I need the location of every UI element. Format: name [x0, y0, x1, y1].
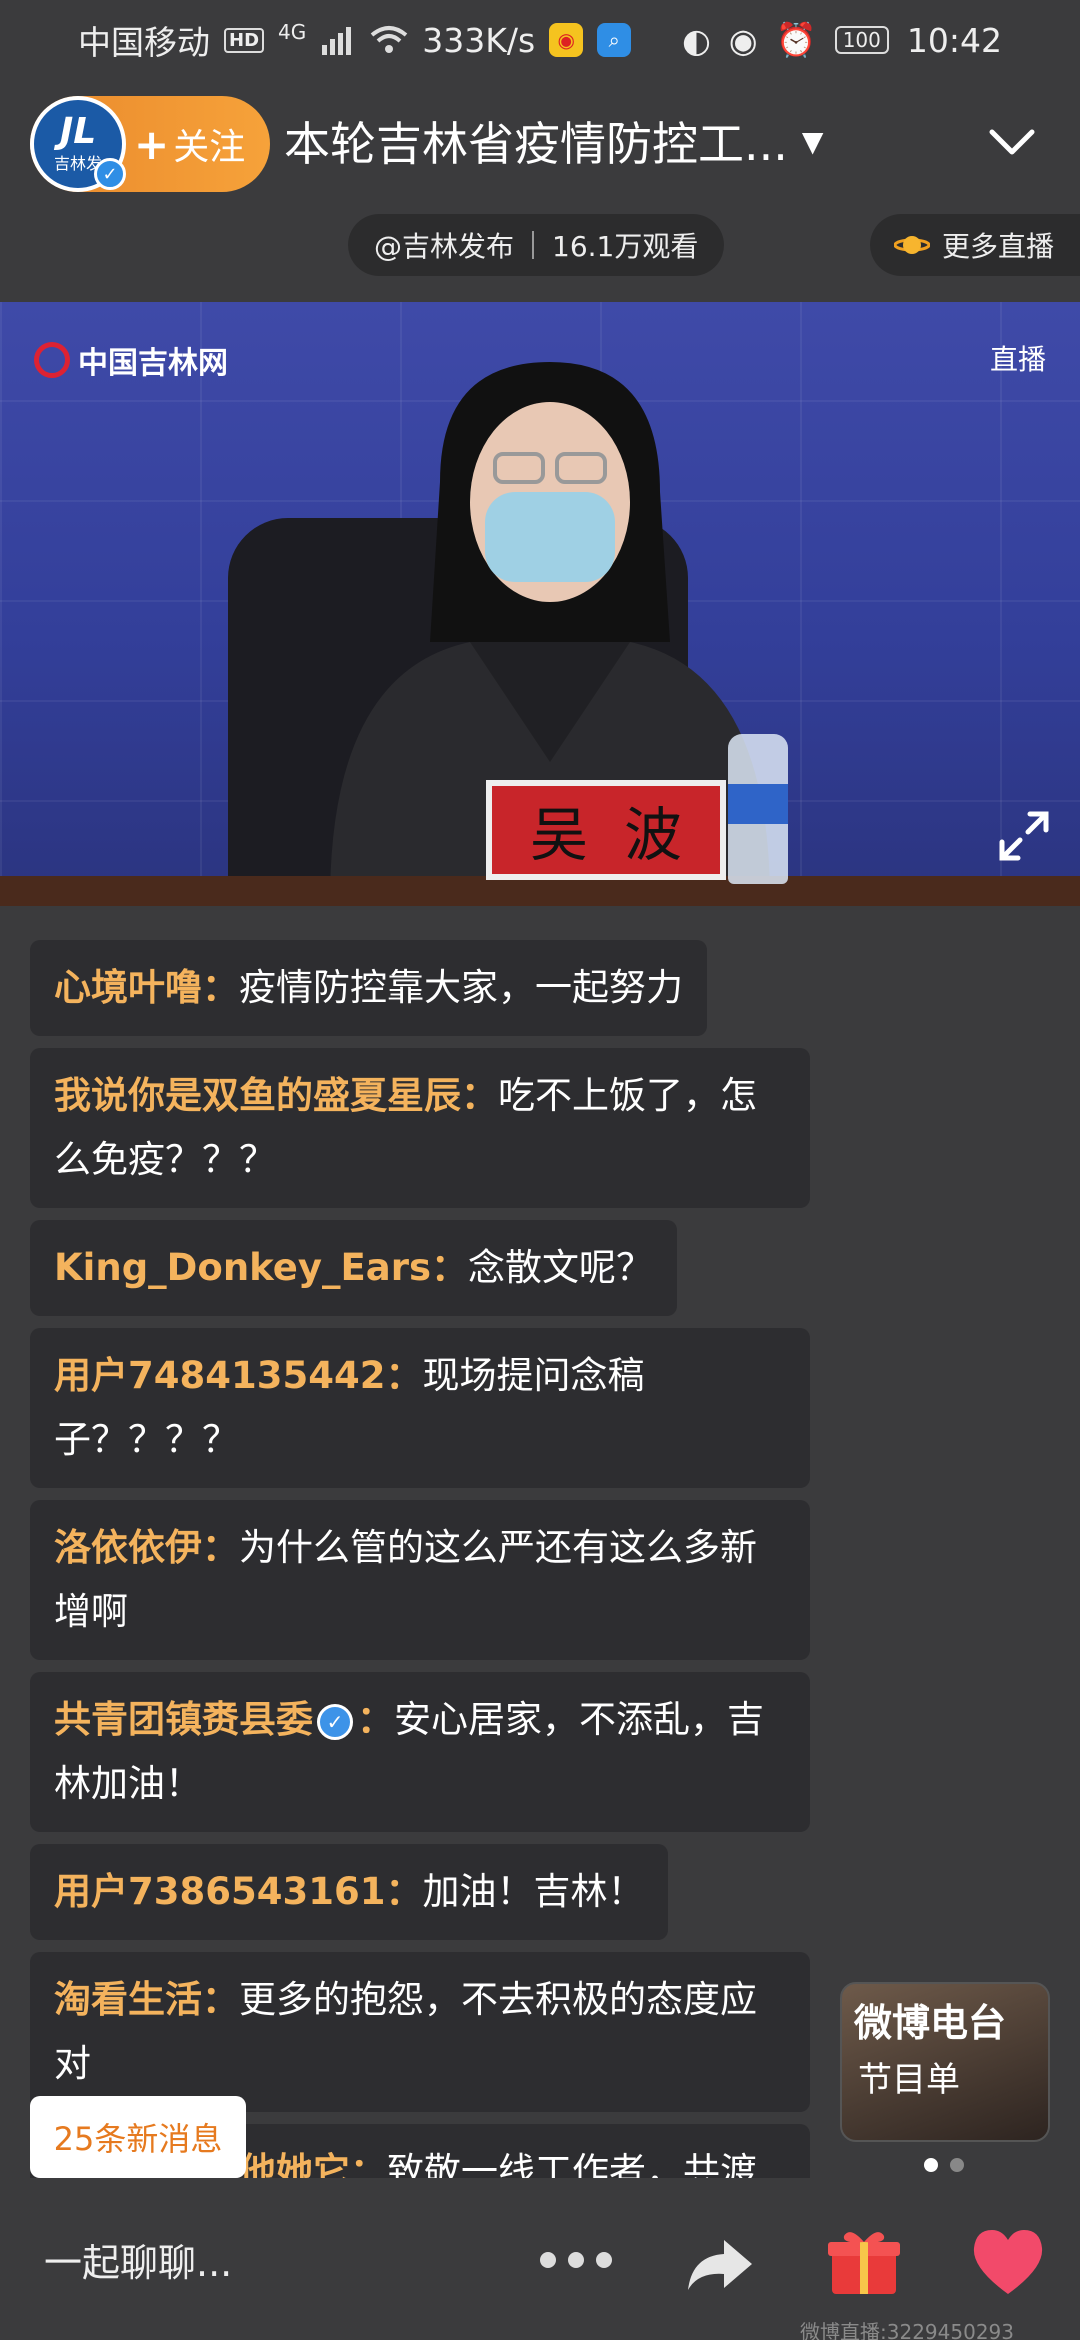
carousel-dot	[950, 2158, 964, 2172]
live-header: JL 吉林发 ✓ + 关注 本轮吉林省疫情防控工... ▼	[0, 88, 1080, 198]
comment-colon: ：	[357, 1698, 394, 1741]
comment-username[interactable]: 用户7484135442：	[54, 1354, 422, 1397]
planet-icon	[893, 236, 930, 254]
clock: 10:42	[906, 20, 1002, 60]
live-video[interactable]: 中国吉林网 直播 吴波	[0, 302, 1080, 906]
nameplate: 吴波	[486, 780, 726, 880]
alarm-icon: ⏰	[775, 20, 817, 59]
comment-username[interactable]: 心境叶噜：	[54, 966, 239, 1009]
eye-icon: ◉	[728, 20, 758, 60]
list-item[interactable]: King_Donkey_Ears：念散文呢？	[30, 1220, 677, 1316]
info-row: @吉林发布 16.1万观看 更多直播	[0, 214, 1080, 276]
follow-button[interactable]: + 关注	[134, 118, 245, 170]
share-icon[interactable]	[684, 2234, 756, 2294]
gift-icon[interactable]	[826, 2226, 902, 2298]
more-live-button[interactable]: 更多直播	[869, 214, 1080, 276]
weibo-radio-card[interactable]: 微博电台 节目单	[840, 1982, 1050, 2142]
viewer-count: 16.1万观看	[552, 230, 699, 263]
avatar[interactable]: JL 吉林发 ✓	[30, 96, 126, 192]
more-icon[interactable]	[540, 2230, 612, 2290]
list-item[interactable]: 用户7484135442：现场提问念稿子？？？？	[30, 1328, 810, 1488]
list-item[interactable]: 我说你是双鱼的盛夏星辰：吃不上饭了，怎么免疫？？？	[30, 1048, 810, 1208]
comment-text: 加油！吉林！	[422, 1870, 645, 1913]
hd-icon: HD	[224, 27, 265, 53]
divider	[532, 231, 535, 259]
channel-name: @吉林发布	[374, 230, 515, 263]
heart-icon[interactable]	[970, 2226, 1046, 2298]
weibo-app-icon: ◉	[549, 23, 584, 57]
status-bar: 中国移动 HD 4G 333K/s ◉ ⌕ ◐ ◉ ⏰ 100 10:42	[0, 0, 1080, 80]
room-title-text: 本轮吉林省疫情防控工...	[284, 117, 788, 171]
network-speed: 333K/s	[422, 20, 536, 60]
chevron-down-icon: ▼	[801, 124, 824, 158]
source-logo-icon	[34, 342, 70, 378]
list-item[interactable]: 共青团镇赉县委 ✓ ：安心居家，不添乱，吉林加油！	[30, 1672, 810, 1832]
comment-username[interactable]: 共青团镇赉县委	[54, 1698, 313, 1741]
radio-card-subtitle: 节目单	[858, 2060, 960, 2100]
live-label: 直播	[989, 343, 1046, 376]
comment-list[interactable]: 心境叶噜：疫情防控靠大家，一起努力 我说你是双鱼的盛夏星辰：吃不上饭了，怎么免疫…	[30, 940, 820, 2178]
bottom-bar: 一起聊聊... 微博直播:3229450293	[0, 2196, 1080, 2340]
follow-pill[interactable]: JL 吉林发 ✓ + 关注	[30, 96, 270, 192]
comment-username[interactable]: 我说你是双鱼的盛夏星辰：	[54, 1074, 498, 1117]
room-title[interactable]: 本轮吉林省疫情防控工... ▼	[284, 108, 823, 174]
comment-username[interactable]: King_Donkey_Ears：	[54, 1246, 468, 1289]
comment-text: 念散文呢？	[468, 1246, 653, 1289]
signal-icon: 4G	[278, 20, 307, 44]
collapse-icon[interactable]	[984, 114, 1040, 170]
chat-input[interactable]: 一起聊聊...	[44, 2232, 232, 2287]
search-app-icon: ⌕	[597, 23, 632, 57]
channel-info[interactable]: @吉林发布 16.1万观看	[348, 214, 725, 276]
watermark: 微博直播:3229450293	[800, 2320, 1014, 2340]
more-live-label: 更多直播	[941, 230, 1054, 263]
nfc-icon: ◐	[682, 20, 711, 60]
bottle-label	[728, 784, 788, 824]
verified-icon: ✓	[94, 158, 126, 190]
signal-bars-icon	[322, 27, 352, 55]
water-bottle	[728, 734, 788, 884]
wifi-icon	[370, 26, 408, 53]
comment-username[interactable]: 淘看生活：	[54, 1978, 239, 2021]
desk	[0, 876, 1080, 906]
radio-card-title: 微博电台	[854, 2001, 1007, 2045]
list-item[interactable]: 用户7386543161：加油！吉林！	[30, 1844, 669, 1940]
list-item[interactable]: 淘看生活：更多的抱怨，不去积极的态度应对	[30, 1952, 810, 2112]
comment-username[interactable]: 用户7386543161：	[54, 1870, 422, 1913]
carousel-dots	[924, 2158, 964, 2172]
plus-icon: +	[134, 119, 170, 169]
carousel-dot	[924, 2158, 938, 2172]
comment-username[interactable]: 洛依依伊：	[54, 1526, 239, 1569]
battery-icon: 100	[834, 26, 889, 54]
follow-label: 关注	[173, 127, 246, 168]
comment-text: 疫情防控靠大家，一起努力	[239, 966, 683, 1009]
source-logo: 中国吉林网	[34, 338, 228, 382]
fullscreen-icon[interactable]	[994, 806, 1054, 866]
avatar-logo: JL	[59, 111, 97, 152]
list-item[interactable]: 洛依依伊：为什么管的这么严还有这么多新增啊	[30, 1500, 810, 1660]
verified-icon: ✓	[317, 1703, 353, 1740]
source-logo-text: 中国吉林网	[78, 346, 228, 381]
list-item[interactable]: 心境叶噜：疫情防控靠大家，一起努力	[30, 940, 707, 1036]
carrier-label: 中国移动	[78, 23, 210, 62]
new-messages-button[interactable]: 25条新消息	[30, 2096, 246, 2178]
